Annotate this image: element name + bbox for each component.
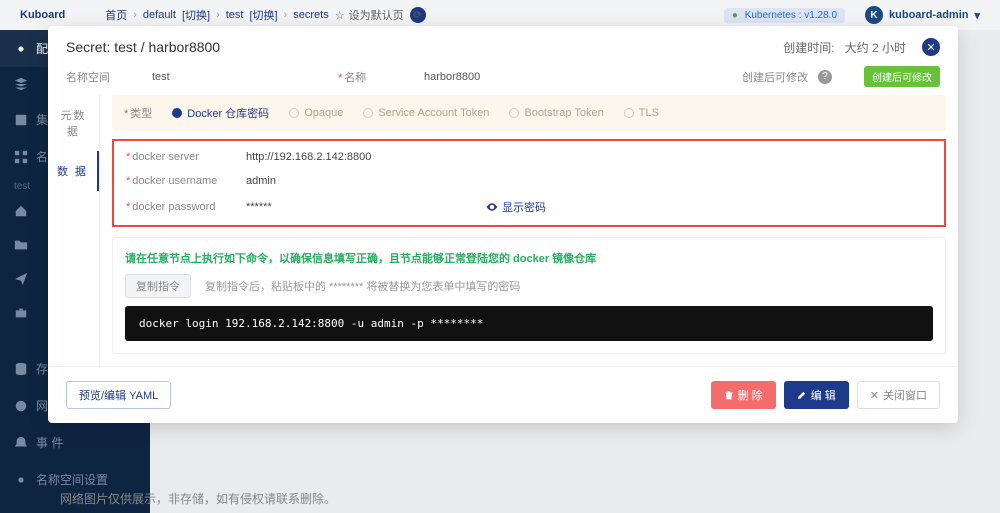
docker-login-command: docker login 192.168.2.142:8800 -u admin… bbox=[125, 306, 933, 341]
secret-detail-modal: Secret: test / harbor8800 创建时间: 大约 2 小时 … bbox=[48, 26, 958, 423]
modal-title: Secret: test / harbor8800 bbox=[66, 39, 775, 55]
type-option-tls[interactable]: TLS bbox=[624, 107, 659, 119]
eye-icon bbox=[486, 201, 498, 213]
type-option-opaque[interactable]: Opaque bbox=[289, 107, 343, 119]
close-icon[interactable]: ✕ bbox=[922, 38, 940, 56]
name-value: harbor8800 bbox=[424, 71, 604, 83]
close-window-button[interactable]: ✕ 关闭窗口 bbox=[857, 381, 940, 409]
edit-button-label: 编 辑 bbox=[811, 387, 836, 403]
yaml-button[interactable]: 预览/编辑 YAML bbox=[66, 381, 171, 409]
show-password-button[interactable]: 显示密码 bbox=[486, 199, 546, 215]
docker-password-label: docker password bbox=[132, 201, 215, 213]
tab-metadata[interactable]: 元数据 bbox=[48, 95, 99, 151]
help-icon[interactable]: ? bbox=[818, 70, 832, 84]
copy-hint: 复制指令后，粘贴板中的 ******** 将被替换为您表单中填写的密码 bbox=[205, 278, 520, 294]
page-footer-note: 网络图片仅供展示，非存储，如有侵权请联系删除。 bbox=[60, 490, 336, 507]
docker-username-value: admin bbox=[246, 175, 446, 187]
docker-username-label: docker username bbox=[132, 175, 217, 187]
type-option-label: Service Account Token bbox=[378, 107, 489, 119]
type-option-docker[interactable]: Docker 仓库密码 bbox=[172, 105, 269, 121]
close-button-label: 关闭窗口 bbox=[883, 387, 927, 403]
type-option-label: Docker 仓库密码 bbox=[187, 105, 269, 121]
editable-label: 创建后可修改 bbox=[742, 69, 808, 85]
docker-server-label: docker server bbox=[132, 151, 199, 163]
type-option-bootstrap[interactable]: Bootstrap Token bbox=[509, 107, 603, 119]
created-time-label: 创建时间: bbox=[783, 41, 834, 55]
type-option-label: Bootstrap Token bbox=[524, 107, 603, 119]
created-time: 创建时间: 大约 2 小时 bbox=[783, 39, 906, 56]
docker-password-value: ****** bbox=[246, 201, 446, 213]
close-icon: ✕ bbox=[870, 389, 879, 402]
credentials-box: *docker server http://192.168.2.142:8800… bbox=[112, 139, 946, 227]
delete-button-label: 删 除 bbox=[738, 387, 763, 403]
namespace-value: test bbox=[152, 71, 332, 83]
edit-button[interactable]: 编 辑 bbox=[784, 381, 849, 409]
tab-data[interactable]: 数 据 bbox=[48, 151, 99, 191]
instruction-box: 请在任意节点上执行如下命令，以确保信息填写正确，且节点能够正常登陆您的 dock… bbox=[112, 237, 946, 354]
type-label: 类型 bbox=[130, 108, 152, 120]
trash-icon bbox=[724, 390, 734, 400]
docker-server-value: http://192.168.2.142:8800 bbox=[246, 151, 446, 163]
type-selector: *类型 Docker 仓库密码 Opaque Service Account T… bbox=[112, 95, 946, 131]
show-password-label: 显示密码 bbox=[502, 199, 546, 215]
editable-badge: 创建后可修改 bbox=[864, 66, 940, 87]
created-time-value: 大约 2 小时 bbox=[845, 41, 906, 55]
type-option-sa-token[interactable]: Service Account Token bbox=[363, 107, 489, 119]
namespace-label: 名称空间 bbox=[66, 69, 146, 85]
instruction-text: 请在任意节点上执行如下命令，以确保信息填写正确，且节点能够正常登陆您的 dock… bbox=[125, 250, 933, 266]
vertical-tabs: 元数据 数 据 bbox=[48, 95, 100, 366]
delete-button[interactable]: 删 除 bbox=[711, 381, 776, 409]
pencil-icon bbox=[797, 390, 807, 400]
type-option-label: Opaque bbox=[304, 107, 343, 119]
name-label: *名称 bbox=[338, 69, 418, 85]
type-option-label: TLS bbox=[639, 107, 659, 119]
copy-command-button[interactable]: 复制指令 bbox=[125, 274, 191, 298]
